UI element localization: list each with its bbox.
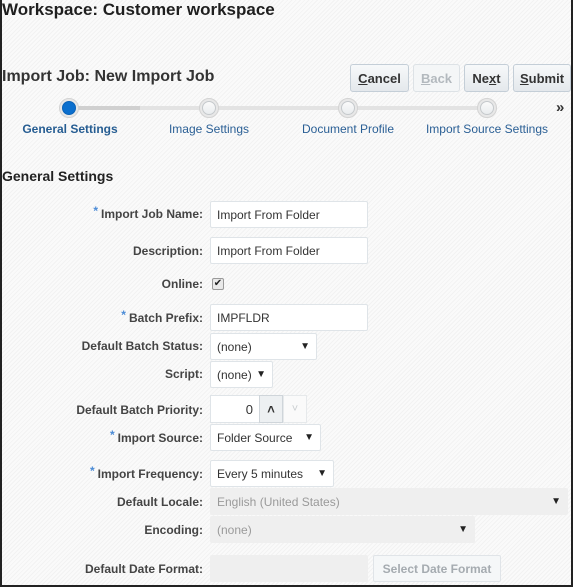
train-stop-general-settings[interactable] <box>59 98 79 118</box>
back-button[interactable]: Back <box>413 64 460 92</box>
import-source-label: * Import Source: <box>109 428 203 445</box>
default-date-format-label: Default Date Format: <box>84 562 203 576</box>
default-batch-status-label: Default Batch Status: <box>81 339 203 353</box>
default-locale-select[interactable]: English (United States) ▼ <box>210 488 568 515</box>
next-button[interactable]: Ne x t <box>464 64 509 92</box>
stop-icon <box>202 101 216 115</box>
description-input[interactable]: Import From Folder <box>210 237 368 264</box>
dropdown-arrow-icon: ▼ <box>458 524 468 535</box>
required-icon: * <box>89 464 95 478</box>
selected-value: (none) <box>217 522 252 537</box>
default-batch-priority-label: Default Batch Priority: <box>76 403 203 417</box>
script-label: Script: <box>164 367 203 381</box>
encoding-select[interactable]: (none) ▼ <box>210 516 475 543</box>
description-label: Description: <box>132 244 203 258</box>
required-icon: * <box>121 308 126 322</box>
select-date-format-button[interactable]: Select Date Format <box>373 555 501 582</box>
import-frequency-select[interactable]: Every 5 minutes ▼ <box>210 460 334 487</box>
dropdown-arrow-icon: ▼ <box>551 496 561 507</box>
train-stop-document-profile[interactable] <box>338 98 358 118</box>
online-checkbox[interactable]: ✔ <box>212 278 224 290</box>
train-label-document-profile[interactable]: Document Profile <box>302 122 394 136</box>
train-label-import-source-settings[interactable]: Import Source Settings <box>426 122 548 136</box>
default-batch-status-select[interactable]: (none) ▼ <box>210 333 317 360</box>
selected-value: English (United States) <box>217 494 340 509</box>
stop-icon <box>480 101 494 115</box>
dropdown-arrow-icon: ▼ <box>304 432 314 443</box>
stop-icon <box>341 101 355 115</box>
default-batch-priority-input[interactable]: 0 <box>210 395 260 423</box>
encoding-label: Encoding: <box>144 523 203 537</box>
dropdown-arrow-icon: ▼ <box>317 468 327 479</box>
train-label-general-settings[interactable]: General Settings <box>22 122 117 136</box>
required-icon: * <box>109 428 115 442</box>
selected-value: (none) <box>217 367 252 382</box>
submit-button[interactable]: Submit <box>513 64 571 92</box>
train-stop-import-source-settings[interactable] <box>477 98 497 118</box>
selected-value: (none) <box>217 339 252 354</box>
import-job-name-input[interactable]: Import From Folder <box>210 201 368 228</box>
batch-prefix-input[interactable]: IMPFLDR <box>210 304 368 331</box>
chevron-up-icon[interactable]: ˄ <box>259 395 283 423</box>
workspace-title: Workspace: Customer workspace <box>2 0 275 19</box>
section-title: General Settings <box>2 168 114 184</box>
train-line <box>140 106 490 110</box>
train-stop-image-settings[interactable] <box>199 98 219 118</box>
page-title: Import Job: New Import Job <box>2 68 215 85</box>
selected-value: Every 5 minutes <box>217 466 304 481</box>
import-job-name-label: * Import Job Name: <box>93 204 203 221</box>
double-chevron-right-icon[interactable]: » <box>556 99 564 116</box>
batch-prefix-label: * Batch Prefix: <box>121 308 203 325</box>
chevron-down-icon[interactable]: ˅ <box>283 395 307 423</box>
train-label-image-settings[interactable]: Image Settings <box>169 122 249 136</box>
selected-value: Folder Source <box>217 430 293 445</box>
default-date-format-input[interactable] <box>210 555 368 582</box>
cancel-button[interactable]: Cancel <box>350 64 409 92</box>
import-source-select[interactable]: Folder Source ▼ <box>210 424 321 451</box>
online-label: Online: <box>161 277 203 291</box>
import-frequency-label: * Import Frequency: <box>89 464 203 481</box>
active-stop-icon <box>62 101 76 115</box>
dropdown-arrow-icon: ▼ <box>300 341 310 352</box>
default-locale-label: Default Locale: <box>116 495 203 509</box>
train-progress-line <box>70 106 140 110</box>
script-select[interactable]: (none) ▼ <box>210 361 273 388</box>
dropdown-arrow-icon: ▼ <box>256 369 266 380</box>
required-icon: * <box>93 204 98 218</box>
